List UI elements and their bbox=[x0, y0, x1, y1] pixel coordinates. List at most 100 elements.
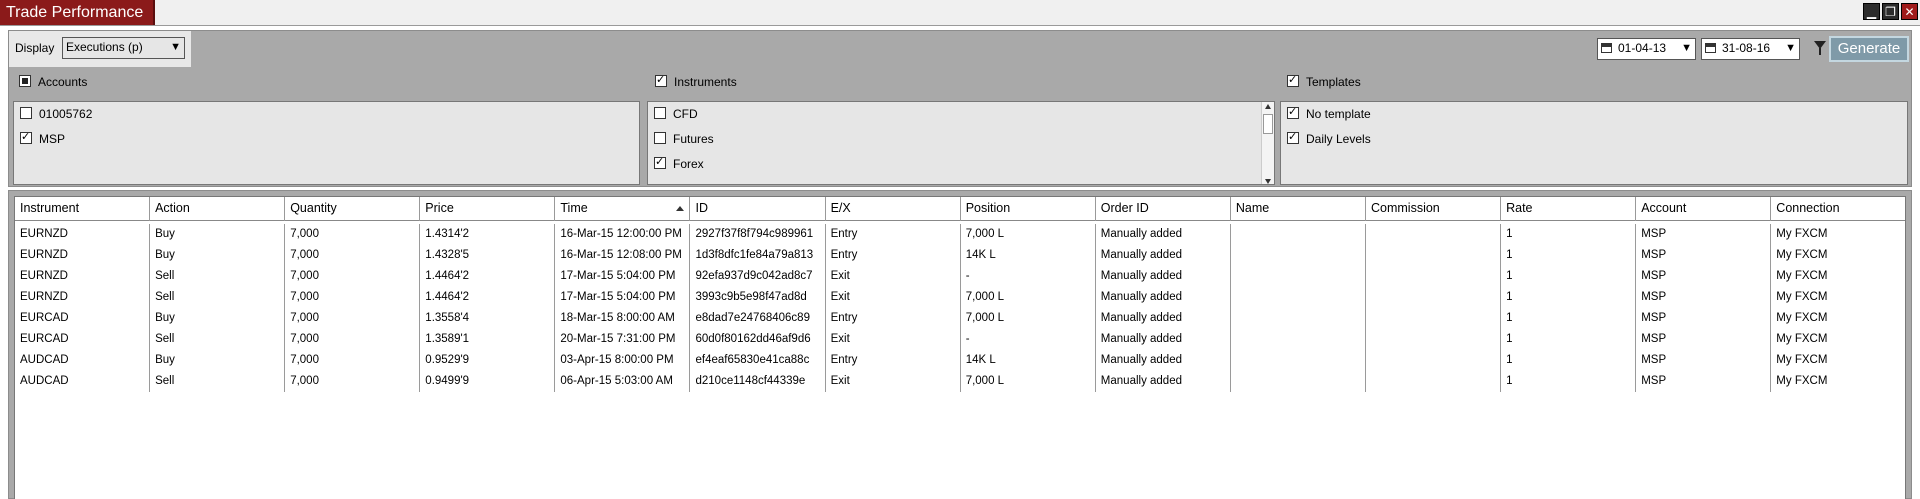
column-header-quantity[interactable]: Quantity bbox=[285, 197, 421, 221]
column-header-order-id[interactable]: Order ID bbox=[1096, 197, 1231, 221]
cell-price: 0.9529'9 bbox=[420, 350, 556, 371]
cell-action: Buy bbox=[150, 350, 286, 371]
instruments-checkbox[interactable] bbox=[655, 73, 667, 87]
cell-id: ef4eaf65830e41ca88c bbox=[691, 350, 826, 371]
list-item[interactable]: CFD bbox=[654, 107, 698, 121]
list-item-label: CFD bbox=[673, 107, 698, 121]
cell-time: 06-Apr-15 5:03:00 AM bbox=[555, 371, 691, 392]
cell-position: - bbox=[961, 329, 1096, 350]
checkbox[interactable] bbox=[654, 155, 666, 169]
list-item[interactable]: Daily Levels bbox=[1287, 130, 1371, 146]
display-select[interactable]: Executions (p) ▼ bbox=[62, 37, 185, 59]
cell-action: Sell bbox=[150, 287, 286, 308]
cell-name bbox=[1231, 371, 1366, 392]
cell-position: 7,000 L bbox=[961, 287, 1096, 308]
list-item-label: 01005762 bbox=[39, 107, 93, 121]
list-item[interactable]: Futures bbox=[654, 132, 714, 146]
templates-label: Templates bbox=[1306, 75, 1361, 89]
cell-connection: My FXCM bbox=[1771, 287, 1905, 308]
cell-time: 16-Mar-15 12:08:00 PM bbox=[555, 245, 691, 266]
checkbox[interactable] bbox=[20, 130, 32, 144]
minimize-icon[interactable]: ▁ bbox=[1863, 3, 1880, 20]
list-item-label: Futures bbox=[673, 132, 714, 146]
cell-name bbox=[1231, 266, 1366, 287]
scroll-up-icon[interactable] bbox=[1265, 104, 1271, 109]
checkbox[interactable] bbox=[1287, 105, 1299, 119]
column-header-id[interactable]: ID bbox=[691, 197, 826, 221]
generate-button[interactable]: Generate bbox=[1829, 36, 1909, 62]
cell-name bbox=[1231, 350, 1366, 371]
accounts-header[interactable]: Accounts bbox=[19, 75, 87, 89]
window-title: Trade Performance bbox=[0, 0, 156, 25]
list-item[interactable]: 01005762 bbox=[20, 107, 92, 121]
cell-time: 17-Mar-15 5:04:00 PM bbox=[555, 287, 691, 308]
cell-commission bbox=[1366, 287, 1502, 308]
cell-commission bbox=[1366, 350, 1502, 371]
column-header-action[interactable]: Action bbox=[150, 197, 286, 221]
column-header-commission[interactable]: Commission bbox=[1366, 197, 1502, 221]
accounts-checkbox[interactable] bbox=[19, 75, 31, 87]
list-item-label: No template bbox=[1306, 107, 1371, 121]
cell-action: Sell bbox=[150, 371, 286, 392]
checkbox[interactable] bbox=[654, 107, 666, 119]
templates-list: No template Daily Levels bbox=[1280, 101, 1908, 185]
table-row[interactable]: EURNZD Buy 7,000 1.4314'2 16-Mar-15 12:00:00… bbox=[15, 224, 1905, 245]
column-header-rate[interactable]: Rate bbox=[1501, 197, 1637, 221]
cell-quantity: 7,000 bbox=[285, 329, 421, 350]
table-row[interactable]: EURNZD Sell 7,000 1.4464'2 17-Mar-15 5:04:00… bbox=[15, 266, 1905, 287]
filter-icon[interactable] bbox=[1814, 41, 1826, 55]
table-row[interactable]: EURCAD Sell 7,000 1.3589'1 20-Mar-15 7:31:00… bbox=[15, 329, 1905, 350]
cell-position: - bbox=[961, 266, 1096, 287]
checkbox[interactable] bbox=[20, 107, 32, 119]
cell-price: 1.3558'4 bbox=[420, 308, 556, 329]
table-row[interactable]: AUDCAD Buy 7,000 0.9529'9 03-Apr-15 8:00:00 … bbox=[15, 350, 1905, 371]
scroll-thumb[interactable] bbox=[1263, 114, 1273, 134]
instruments-scrollbar[interactable] bbox=[1261, 102, 1274, 184]
instruments-header[interactable]: Instruments bbox=[655, 73, 737, 89]
cell-id: 92efa937d9c042ad8c7 bbox=[691, 266, 826, 287]
cell-name bbox=[1231, 287, 1366, 308]
cell-instrument: EURCAD bbox=[15, 308, 151, 329]
templates-header[interactable]: Templates bbox=[1287, 73, 1361, 89]
list-item[interactable]: MSP bbox=[20, 130, 65, 146]
table-row[interactable]: EURNZD Buy 7,000 1.4328'5 16-Mar-15 12:08:00… bbox=[15, 245, 1905, 266]
cell-order-id: Manually added bbox=[1096, 245, 1231, 266]
scroll-down-icon[interactable] bbox=[1265, 179, 1271, 184]
date-to-picker[interactable]: 31-08-16 ▼ bbox=[1701, 38, 1800, 60]
checkbox[interactable] bbox=[1287, 130, 1299, 144]
column-header-account[interactable]: Account bbox=[1636, 197, 1772, 221]
cell-price: 0.9499'9 bbox=[420, 371, 556, 392]
cell-order-id: Manually added bbox=[1096, 266, 1231, 287]
display-select-value: Executions (p) bbox=[66, 40, 143, 54]
checkbox[interactable] bbox=[654, 132, 666, 144]
list-item[interactable]: No template bbox=[1287, 105, 1371, 121]
cell-price: 1.4314'2 bbox=[420, 224, 556, 245]
cell-action: Buy bbox=[150, 224, 286, 245]
table-row[interactable]: EURCAD Buy 7,000 1.3558'4 18-Mar-15 8:00:00 … bbox=[15, 308, 1905, 329]
column-header-connection[interactable]: Connection bbox=[1771, 197, 1905, 221]
list-item[interactable]: Forex bbox=[654, 155, 704, 171]
close-icon[interactable]: ✕ bbox=[1901, 3, 1918, 20]
column-header-instrument[interactable]: Instrument bbox=[15, 197, 151, 221]
column-header-price[interactable]: Price bbox=[420, 197, 556, 221]
cell-name bbox=[1231, 224, 1366, 245]
cell-order-id: Manually added bbox=[1096, 350, 1231, 371]
column-header-time[interactable]: Time bbox=[555, 197, 691, 221]
templates-checkbox[interactable] bbox=[1287, 73, 1299, 87]
cell-instrument: AUDCAD bbox=[15, 371, 151, 392]
column-header-e-x[interactable]: E/X bbox=[826, 197, 961, 221]
column-header-name[interactable]: Name bbox=[1231, 197, 1366, 221]
display-box: Display Executions (p) ▼ bbox=[9, 31, 191, 67]
cell-order-id: Manually added bbox=[1096, 308, 1231, 329]
restore-icon[interactable]: ❐ bbox=[1882, 3, 1899, 20]
cell-time: 20-Mar-15 7:31:00 PM bbox=[555, 329, 691, 350]
column-header-position[interactable]: Position bbox=[961, 197, 1096, 221]
cell-time: 17-Mar-15 5:04:00 PM bbox=[555, 266, 691, 287]
cell-action: Buy bbox=[150, 245, 286, 266]
date-from-picker[interactable]: 01-04-13 ▼ bbox=[1597, 38, 1696, 60]
cell-commission bbox=[1366, 329, 1502, 350]
cell-id: 3993c9b5e98f47ad8d bbox=[691, 287, 826, 308]
table-row[interactable]: AUDCAD Sell 7,000 0.9499'9 06-Apr-15 5:03:00… bbox=[15, 371, 1905, 392]
table-row[interactable]: EURNZD Sell 7,000 1.4464'2 17-Mar-15 5:04:00… bbox=[15, 287, 1905, 308]
cell-time: 18-Mar-15 8:00:00 AM bbox=[555, 308, 691, 329]
